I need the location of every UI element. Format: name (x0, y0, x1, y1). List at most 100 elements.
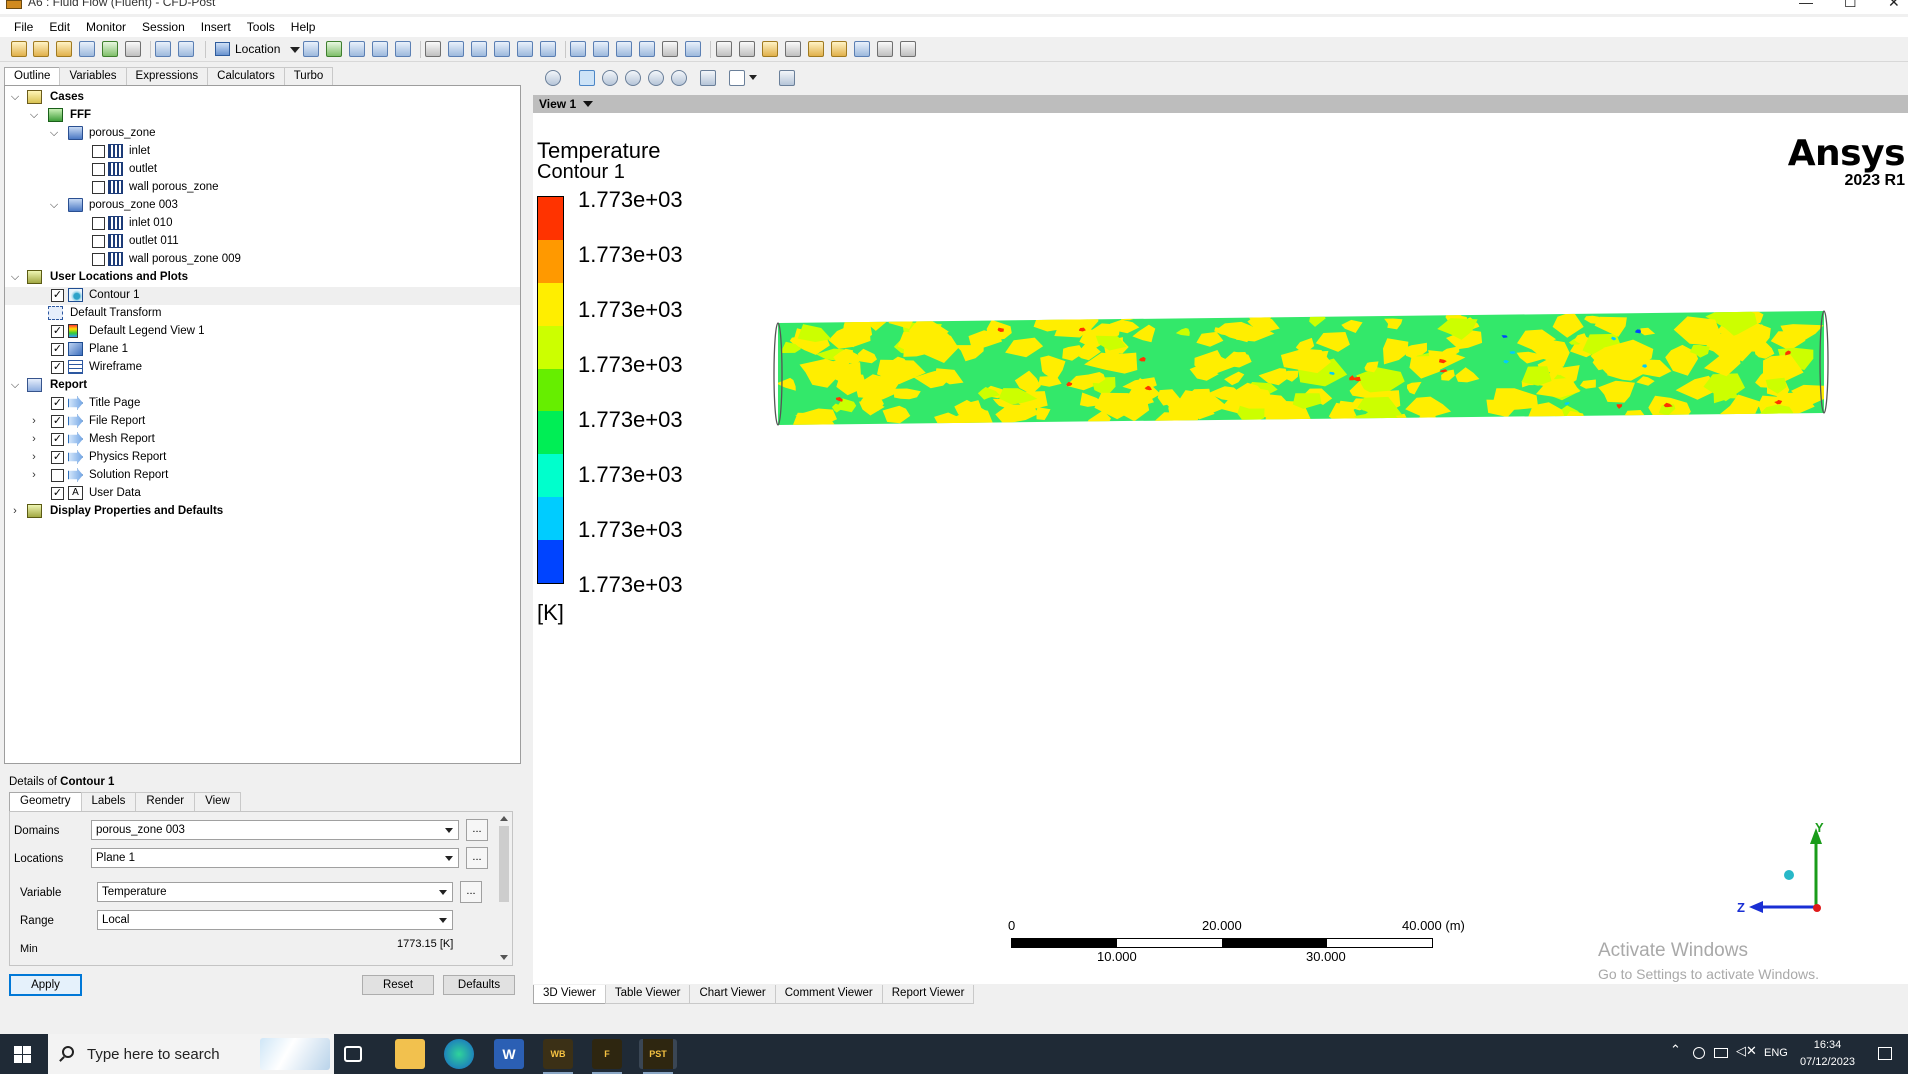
select-icon[interactable] (545, 70, 561, 86)
visibility-checkbox[interactable]: ✓ (51, 289, 64, 302)
tree-item-outlet[interactable]: outlet (5, 161, 520, 179)
taskbar-search-box[interactable]: Type here to search (48, 1034, 334, 1074)
refresh-icon[interactable] (102, 41, 118, 57)
tree-item-inlet[interactable]: inlet (5, 143, 520, 161)
tree-item-mesh-report[interactable]: › ✓ Mesh Report (5, 431, 520, 449)
visibility-checkbox[interactable] (92, 217, 105, 230)
visibility-checkbox[interactable]: ✓ (51, 397, 64, 410)
chevron-right-icon[interactable]: › (27, 450, 41, 464)
rotate-icon[interactable] (579, 70, 595, 86)
figure-icon[interactable] (685, 41, 701, 57)
timestep-icon[interactable] (716, 41, 732, 57)
view-selector-bar[interactable]: View 1 (533, 95, 1908, 113)
chevron-down-icon[interactable]: ⌵ (47, 126, 61, 140)
tree-item-wireframe[interactable]: ✓ Wireframe (5, 359, 520, 377)
menu-file[interactable]: File (6, 17, 41, 37)
visibility-checkbox[interactable]: ✓ (51, 361, 64, 374)
domains-select[interactable]: porous_zone 003 (91, 820, 459, 840)
quick-editor-icon[interactable] (762, 41, 778, 57)
chevron-down-icon[interactable]: ⌵ (47, 198, 61, 212)
vector-icon[interactable] (303, 41, 319, 57)
menu-edit[interactable]: Edit (41, 17, 78, 37)
tab-expressions[interactable]: Expressions (125, 67, 209, 85)
menu-tools[interactable]: Tools (239, 17, 283, 37)
range-select[interactable]: Local (97, 910, 453, 930)
redo-icon[interactable] (178, 41, 194, 57)
visibility-checkbox[interactable]: ✓ (51, 487, 64, 500)
apply-button[interactable]: Apply (9, 974, 82, 996)
chart-icon[interactable] (639, 41, 655, 57)
variable-select[interactable]: Temperature (97, 882, 453, 902)
chevron-down-icon[interactable]: ⌵ (8, 270, 22, 284)
task-view-icon[interactable] (344, 1046, 362, 1062)
language-indicator[interactable]: ENG (1764, 1047, 1788, 1059)
visibility-checkbox[interactable] (92, 163, 105, 176)
domains-browse-button[interactable]: ... (466, 819, 488, 841)
word-icon[interactable]: W (494, 1039, 524, 1069)
tab-turbo[interactable]: Turbo (283, 67, 334, 85)
tab-chart-viewer[interactable]: Chart Viewer (689, 985, 776, 1004)
tab-comment-viewer[interactable]: Comment Viewer (774, 985, 883, 1004)
reset-button[interactable]: Reset (362, 975, 434, 995)
variable-icon[interactable] (540, 41, 556, 57)
viewport-layout-icon[interactable] (729, 70, 745, 86)
print-icon[interactable] (125, 41, 141, 57)
visibility-checkbox[interactable] (51, 469, 64, 482)
location-dropdown[interactable]: Location (213, 40, 304, 59)
chevron-right-icon[interactable]: › (27, 468, 41, 482)
streamline-icon[interactable] (349, 41, 365, 57)
command-editor-icon[interactable] (900, 41, 916, 57)
comment-icon[interactable] (662, 41, 678, 57)
visibility-checkbox[interactable]: ✓ (51, 325, 64, 338)
chevron-down-icon[interactable] (583, 101, 593, 107)
visibility-checkbox[interactable]: ✓ (51, 343, 64, 356)
table-grid-icon[interactable] (616, 41, 632, 57)
expression-icon[interactable] (570, 41, 586, 57)
fit-view-icon[interactable] (671, 70, 687, 86)
color-map-icon[interactable] (517, 41, 533, 57)
tree-item-outlet-011[interactable]: outlet 011 (5, 233, 520, 251)
visibility-checkbox[interactable] (92, 145, 105, 158)
chevron-right-icon[interactable]: › (8, 504, 22, 518)
tree-item-default-legend[interactable]: ✓ Default Legend View 1 (5, 323, 520, 341)
tab-geometry[interactable]: Geometry (9, 792, 82, 811)
3d-viewport[interactable] (533, 113, 1908, 984)
load-results-icon[interactable] (56, 41, 72, 57)
scroll-down-icon[interactable] (500, 955, 508, 960)
chevron-down-icon[interactable]: ⌵ (8, 378, 22, 392)
network-icon[interactable] (1714, 1048, 1728, 1058)
cfd-post-taskbar-icon[interactable]: PST (639, 1039, 677, 1069)
tree-item-display-properties[interactable]: › Display Properties and Defaults (5, 503, 520, 521)
visibility-checkbox[interactable] (92, 235, 105, 248)
menu-insert[interactable]: Insert (193, 17, 239, 37)
pan-icon[interactable] (602, 70, 618, 86)
locations-select[interactable]: Plane 1 (91, 848, 459, 868)
menu-monitor[interactable]: Monitor (78, 17, 134, 37)
case-comparison-icon[interactable] (877, 41, 893, 57)
save-state-icon[interactable] (79, 41, 95, 57)
instance-transform-icon[interactable] (494, 41, 510, 57)
tab-render[interactable]: Render (135, 792, 196, 811)
tree-item-inlet-010[interactable]: inlet 010 (5, 215, 520, 233)
file-explorer-icon[interactable] (395, 1039, 425, 1069)
contour-pipe[interactable] (772, 305, 1830, 430)
variable-browse-button[interactable]: ... (460, 881, 482, 903)
tree-item-solution-report[interactable]: › Solution Report (5, 467, 520, 485)
chevron-down-icon[interactable] (749, 75, 757, 80)
maximize-button[interactable]: ☐ (1844, 0, 1857, 11)
chevron-up-icon[interactable]: ⌃ (1670, 1042, 1681, 1058)
locations-browse-button[interactable]: ... (466, 847, 488, 869)
particle-track-icon[interactable] (372, 41, 388, 57)
mesh-calculator-icon[interactable] (854, 41, 870, 57)
meet-now-icon[interactable] (1693, 1047, 1705, 1059)
tab-3d-viewer[interactable]: 3D Viewer (533, 985, 606, 1004)
tree-item-title-page[interactable]: ✓ Title Page (5, 395, 520, 413)
probe-icon[interactable] (785, 41, 801, 57)
zoom-box-icon[interactable] (648, 70, 664, 86)
visibility-checkbox[interactable]: ✓ (51, 433, 64, 446)
visibility-checkbox[interactable] (92, 181, 105, 194)
toggle-axis-icon[interactable] (700, 70, 716, 86)
undo-icon[interactable] (155, 41, 171, 57)
tree-item-default-transform[interactable]: Default Transform (5, 305, 520, 323)
tree-item-wall-porous-zone[interactable]: wall porous_zone (5, 179, 520, 197)
